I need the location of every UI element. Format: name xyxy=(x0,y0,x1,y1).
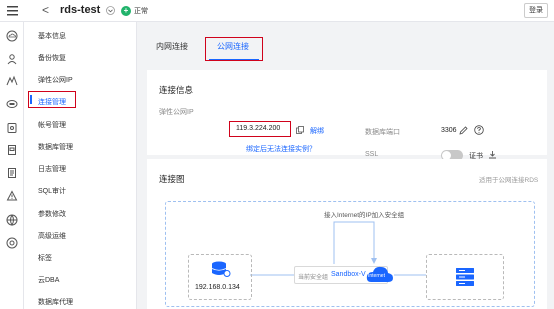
unbind-link[interactable]: 解绑 xyxy=(310,126,324,136)
internet-label: Internet xyxy=(368,273,385,279)
alert-icon[interactable] xyxy=(6,190,18,202)
sidebar-item-tags[interactable]: 标签 xyxy=(38,253,52,263)
eip-label: 弹性公网IP xyxy=(159,109,194,116)
database-icon xyxy=(211,261,231,277)
rds-instance-box xyxy=(426,254,504,300)
tab-highlight-box xyxy=(205,37,263,61)
status-ok-icon: + xyxy=(121,6,131,16)
menu-icon[interactable] xyxy=(6,4,19,17)
edit-icon[interactable] xyxy=(459,126,468,135)
tab-bar: 内网连接 公网连接 xyxy=(137,22,554,66)
login-button[interactable]: 登录 xyxy=(524,3,548,18)
sidebar-item-sql-audit[interactable]: SQL审计 xyxy=(38,186,66,196)
cannot-connect-help-link[interactable]: 绑定后无法连接实例？ xyxy=(246,144,316,154)
globe-icon[interactable] xyxy=(6,214,18,226)
tab-private-connection[interactable]: 内网连接 xyxy=(156,41,188,52)
add-to-sg-note: 接入Internet的IP加入安全组 xyxy=(322,209,407,219)
sidebar-item-accounts[interactable]: 帐号管理 xyxy=(38,120,66,130)
top-bar: < rds-test + 正常 登录 xyxy=(0,0,554,22)
diagram-title: 连接图 xyxy=(159,174,185,184)
sidebar: 基本信息 备份恢复 弹性公网IP 连接管理 帐号管理 数据库管理 日志管理 SQ… xyxy=(24,22,137,309)
sidebar-item-eip[interactable]: 弹性公网IP xyxy=(38,75,73,85)
server-icon xyxy=(456,268,474,286)
sidebar-item-databases[interactable]: 数据库管理 xyxy=(38,142,73,152)
diagram-note: 适用于公网连接RDS xyxy=(479,177,539,184)
vpc-boundary: 接入Internet的IP加入安全组 192.168.0.134 当前安全组 S… xyxy=(165,201,535,307)
status-label: 正常 xyxy=(134,8,148,15)
sidebar-item-cloud-dba[interactable]: 云DBA xyxy=(38,275,59,285)
sidebar-item-params[interactable]: 参数修改 xyxy=(38,209,66,219)
mountain-icon[interactable] xyxy=(6,75,18,87)
sidebar-item-advanced-ops[interactable]: 高级运维 xyxy=(38,231,66,241)
port-value: 3306 xyxy=(441,127,457,134)
ssl-label: SSL xyxy=(365,151,379,158)
section-title: 连接信息 xyxy=(159,85,194,95)
sg-name: Sandbox-V xyxy=(331,271,366,278)
nav-active-indicator xyxy=(30,95,32,104)
document-icon[interactable] xyxy=(6,144,18,156)
instance-status: + 正常 xyxy=(121,5,148,17)
help-icon[interactable] xyxy=(474,125,484,135)
client-ip: 192.168.0.134 xyxy=(195,284,240,291)
back-icon[interactable]: < xyxy=(42,3,49,17)
sidebar-item-logs[interactable]: 日志管理 xyxy=(38,164,66,174)
main-content: 内网连接 公网连接 连接信息 弹性公网IP 119.3.224.200 解绑 绑… xyxy=(137,22,554,309)
sg-label: 当前安全组 xyxy=(298,275,329,281)
dropdown-icon[interactable] xyxy=(106,6,115,15)
sidebar-item-backup-restore[interactable]: 备份恢复 xyxy=(38,53,66,63)
service-icon-rail xyxy=(0,22,24,309)
eip-value: 119.3.224.200 xyxy=(236,125,281,132)
support-icon[interactable] xyxy=(6,237,18,249)
cloud-service-icon[interactable] xyxy=(6,30,18,42)
form-icon[interactable] xyxy=(6,167,18,179)
connection-diagram-card: 连接图 适用于公网连接RDS 接入Internet的IP加入安全组 192.16… xyxy=(147,159,547,309)
client-box: 192.168.0.134 xyxy=(188,254,252,300)
group-icon[interactable] xyxy=(6,53,18,65)
download-icon[interactable] xyxy=(488,150,497,159)
internet-node: Internet xyxy=(366,262,394,288)
database-cloud-icon[interactable] xyxy=(6,98,18,110)
connection-info-card: 连接信息 弹性公网IP 119.3.224.200 解绑 绑定后无法连接实例？ … xyxy=(147,70,547,161)
sidebar-item-db-proxy[interactable]: 数据库代理 xyxy=(38,297,73,307)
port-label: 数据库端口 xyxy=(365,129,400,136)
sidebar-item-connection[interactable]: 连接管理 xyxy=(38,97,66,107)
copy-icon[interactable] xyxy=(296,126,304,134)
storage-icon[interactable] xyxy=(6,122,18,134)
sidebar-item-basic-info[interactable]: 基本信息 xyxy=(38,31,66,41)
instance-title: rds-test xyxy=(60,4,101,16)
